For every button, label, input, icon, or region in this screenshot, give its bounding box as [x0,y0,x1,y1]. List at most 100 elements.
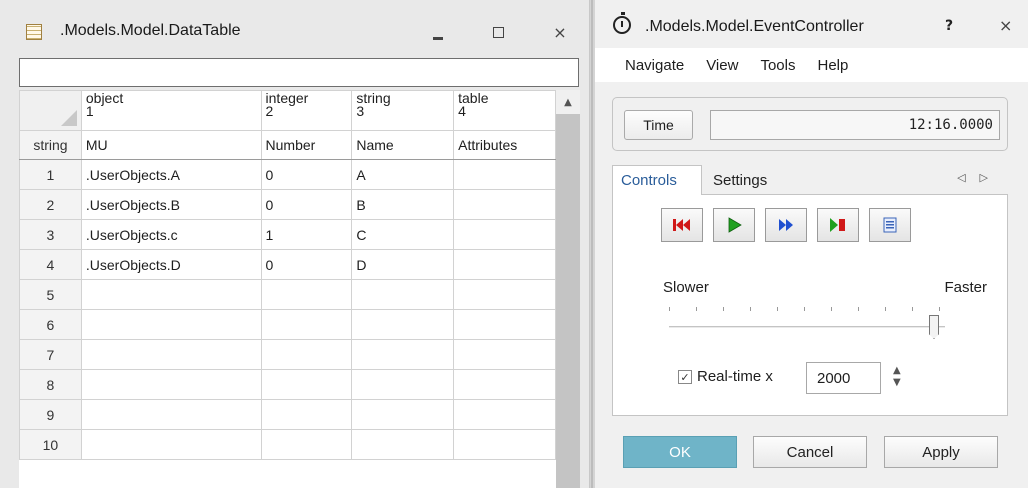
realtime-spinner-icon[interactable]: ▲ ▼ [893,365,901,389]
vertical-scrollbar[interactable]: ▲ [556,90,580,488]
table-cell[interactable]: A [351,159,455,190]
table-cell[interactable] [351,369,455,400]
close-button[interactable]: × [999,16,1012,35]
menu-tools[interactable]: Tools [760,57,795,74]
table-cell[interactable] [351,429,455,460]
row-number[interactable]: 9 [19,399,82,430]
datatable-title: .Models.Model.DataTable [60,22,241,39]
table-cell[interactable]: 0 [260,159,353,190]
table-cell[interactable] [453,309,556,340]
table-cell[interactable] [351,309,455,340]
column-name[interactable]: Name [351,130,455,160]
table-cell[interactable] [453,369,556,400]
slider-tick [696,307,697,311]
reset-button[interactable] [661,208,703,242]
scroll-track[interactable] [556,114,580,488]
table-cell[interactable]: 0 [260,189,353,220]
row-number[interactable]: 2 [19,189,82,220]
realtime-checkbox[interactable]: ✓ [678,370,692,384]
menu-bar: Navigate View Tools Help [595,48,1028,82]
column-name[interactable]: MU [80,130,262,160]
table-row: 3 .UserObjects.c 1 C [19,219,556,250]
time-button[interactable]: Time [624,110,693,140]
row-number[interactable]: 5 [19,279,82,310]
start-button[interactable] [713,208,755,242]
table-cell[interactable] [80,369,262,400]
table-cell[interactable] [80,279,262,310]
help-button[interactable]: ? [945,18,953,34]
event-list-button[interactable] [869,208,911,242]
tab-settings[interactable]: Settings [705,165,775,195]
table-cell[interactable] [453,339,556,370]
table-cell[interactable] [351,339,455,370]
column-name[interactable]: Attributes [453,130,556,160]
fast-forward-button[interactable] [765,208,807,242]
table-cell[interactable] [351,399,455,430]
row-number[interactable]: 6 [19,309,82,340]
apply-button[interactable]: Apply [884,436,998,468]
menu-help[interactable]: Help [817,57,848,74]
row-number[interactable]: 8 [19,369,82,400]
fast-forward-icon [779,219,793,231]
column-header[interactable]: table 4 [453,90,556,131]
table-cell[interactable] [260,279,353,310]
column-header[interactable]: object 1 [80,90,262,131]
table-cell[interactable] [260,399,353,430]
table-cell[interactable]: C [351,219,455,250]
step-button[interactable] [817,208,859,242]
table-cell[interactable] [453,189,556,220]
table-icon [26,24,42,40]
table-cell[interactable] [453,399,556,430]
speed-slider-thumb[interactable] [929,315,939,339]
table-cell[interactable] [351,279,455,310]
maximize-button[interactable] [486,20,510,44]
table-cell[interactable]: .UserObjects.A [80,159,262,190]
row-number[interactable]: 3 [19,219,82,250]
table-cell[interactable]: .UserObjects.c [80,219,262,250]
table-cell[interactable]: 1 [260,219,353,250]
tab-controls[interactable]: Controls [612,165,702,195]
table-cell[interactable] [453,279,556,310]
table-cell[interactable] [80,339,262,370]
table-cell[interactable]: D [351,249,455,280]
column-index: 2 [265,103,274,119]
row-number[interactable]: 1 [19,159,82,190]
table-row: 2 .UserObjects.B 0 B [19,189,556,220]
table-cell[interactable] [260,429,353,460]
row-number[interactable]: 4 [19,249,82,280]
cancel-button[interactable]: Cancel [753,436,867,468]
table-cell[interactable] [453,219,556,250]
table-cell[interactable]: B [351,189,455,220]
table-cell[interactable]: 0 [260,249,353,280]
column-type: integer [265,90,309,106]
table-cell[interactable] [80,309,262,340]
row-number[interactable]: 7 [19,339,82,370]
close-button[interactable]: × [548,20,572,44]
table-cell[interactable] [453,159,556,190]
table-cell[interactable] [80,399,262,430]
row-number[interactable]: 10 [19,429,82,460]
table-cell[interactable]: .UserObjects.B [80,189,262,220]
ok-button[interactable]: OK [623,436,737,468]
menu-view[interactable]: View [706,57,738,74]
grid-corner[interactable] [19,90,82,131]
column-name[interactable]: Number [260,130,353,160]
realtime-factor-input[interactable]: 2000 [806,362,881,394]
table-cell[interactable] [260,339,353,370]
column-header[interactable]: string 3 [351,90,455,131]
table-cell[interactable] [260,369,353,400]
speed-slider[interactable] [669,326,945,328]
minimize-button[interactable] [426,20,450,44]
table-cell[interactable] [260,309,353,340]
time-display: 12:16.0000 [710,110,1000,140]
formula-input[interactable] [19,58,579,87]
scroll-up-icon[interactable]: ▲ [556,90,580,114]
tab-scroll-arrows-icon[interactable]: ◁▷ [957,171,1002,184]
table-cell[interactable] [80,429,262,460]
datatable-window: .Models.Model.DataTable × object 1 intege… [0,0,590,488]
menu-navigate[interactable]: Navigate [625,57,684,74]
table-cell[interactable]: .UserObjects.D [80,249,262,280]
table-cell[interactable] [453,249,556,280]
table-cell[interactable] [453,429,556,460]
column-header[interactable]: integer 2 [260,90,353,131]
